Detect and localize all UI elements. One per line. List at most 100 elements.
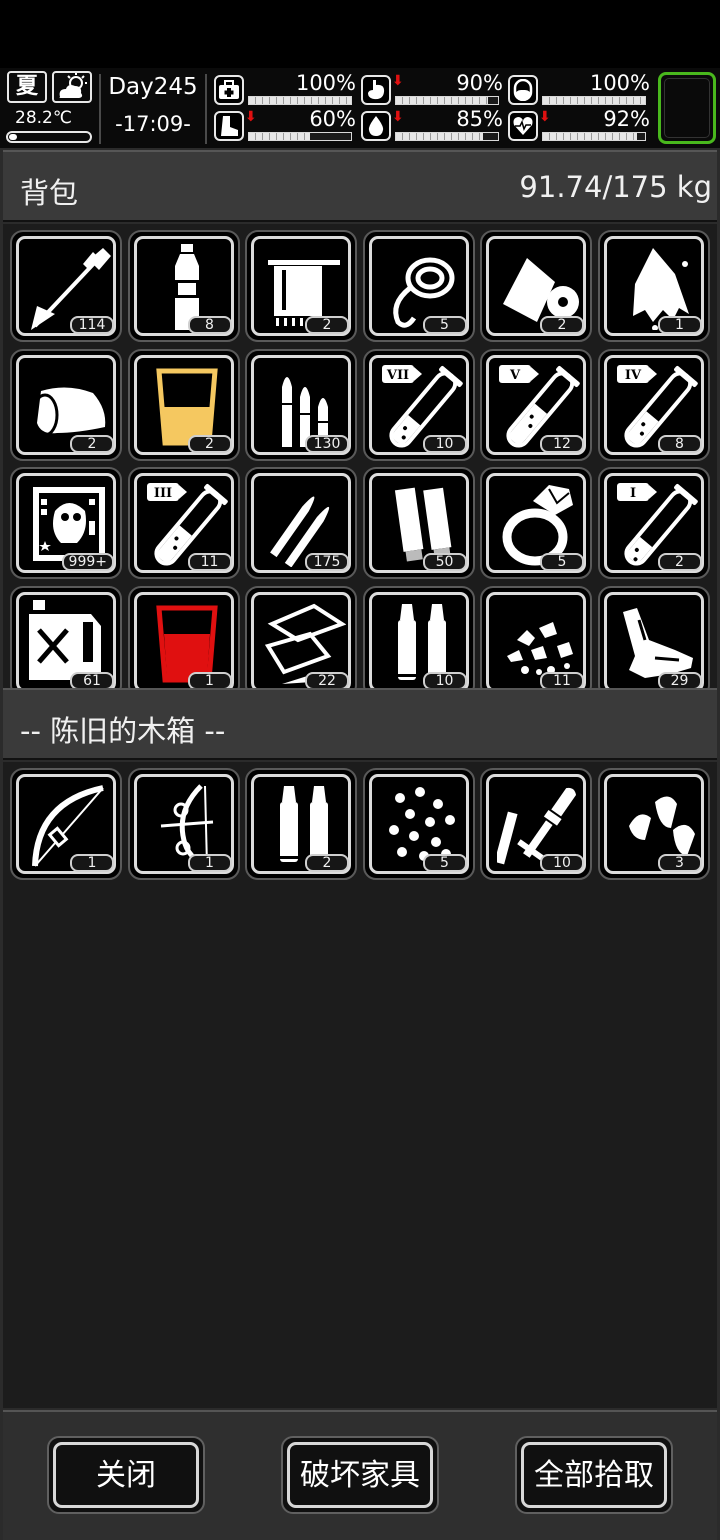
item-count: 5 xyxy=(422,854,467,872)
status-bar: 夏 28.2℃ Day245 -17:09- 100% ⬇ 90% 100% ⬇ 60% ⬇… xyxy=(0,68,720,148)
inventory-slot[interactable]: 1 xyxy=(127,768,240,880)
inventory-slot[interactable]: 1 xyxy=(127,585,240,688)
inventory-slot[interactable]: 1 xyxy=(597,230,710,342)
inventory-slot[interactable]: 10 xyxy=(480,768,592,880)
inventory-slot[interactable]: VII 10 xyxy=(362,348,475,461)
inventory-slot[interactable]: 5 xyxy=(362,768,475,880)
clock-time: -17:09- xyxy=(115,112,191,136)
inventory-slot[interactable]: 61 xyxy=(10,585,122,688)
thirst-stat: ⬇ 85% xyxy=(361,108,503,144)
decrease-arrow-icon: ⬇ xyxy=(392,73,404,89)
item-count: 2 xyxy=(305,316,349,334)
container-grid[interactable]: 1 1 2 5 10 3 xyxy=(3,762,717,1408)
mood-bar xyxy=(542,132,646,141)
item-count: 1 xyxy=(187,854,232,872)
temperature-text: 28.2℃ xyxy=(15,108,72,128)
svg-text:V: V xyxy=(509,368,521,383)
inventory-slot[interactable]: 22 xyxy=(245,585,357,688)
inventory-slot[interactable]: 114 xyxy=(10,230,122,342)
item-count: 2 xyxy=(70,434,114,453)
health-bar xyxy=(248,96,352,105)
item-count: 2 xyxy=(187,434,232,453)
inventory-slot[interactable]: III 11 xyxy=(127,467,240,579)
close-button[interactable]: 关闭 xyxy=(47,1436,205,1514)
mood-percent: 92% xyxy=(603,107,650,131)
inventory-slot[interactable]: 5 xyxy=(480,467,592,579)
decrease-arrow-icon: ⬇ xyxy=(539,109,551,125)
svg-text:IV: IV xyxy=(624,368,641,383)
item-count: 11 xyxy=(187,553,232,571)
item-count: 10 xyxy=(422,671,467,688)
inventory-slot[interactable]: 5 xyxy=(362,230,475,342)
item-count: 5 xyxy=(422,316,467,334)
inventory-slot[interactable]: 2 xyxy=(10,348,122,461)
day-counter: Day245 xyxy=(108,74,198,100)
item-count: 10 xyxy=(540,854,584,872)
inventory-slot[interactable]: 3 xyxy=(597,768,710,880)
svg-text:III: III xyxy=(153,486,171,501)
inventory-slot[interactable]: 1 xyxy=(10,768,122,880)
thirst-percent: 85% xyxy=(456,107,503,131)
svg-text:VII: VII xyxy=(385,368,408,383)
stamina-percent: 60% xyxy=(309,107,356,131)
item-count: 5 xyxy=(540,553,584,571)
partly-cloudy-icon xyxy=(52,71,92,103)
item-count: 114 xyxy=(70,316,114,334)
boot-icon xyxy=(214,111,244,141)
inventory-slot[interactable]: 999+ xyxy=(10,467,122,579)
medicine-percent: 100% xyxy=(589,71,650,95)
item-count: 1 xyxy=(70,854,114,872)
item-count: 2 xyxy=(657,553,702,571)
inventory-slot[interactable]: 2 xyxy=(245,230,357,342)
medicine-stat: 100% xyxy=(508,72,650,108)
inventory-slot[interactable]: 29 xyxy=(597,585,710,688)
inventory-slot[interactable]: 10 xyxy=(362,585,475,688)
pill-icon xyxy=(508,75,538,105)
item-count: 22 xyxy=(305,671,349,688)
medkit-icon xyxy=(214,75,244,105)
decrease-arrow-icon: ⬇ xyxy=(245,109,257,125)
destroy-furniture-button-label: 破坏家具 xyxy=(287,1442,433,1508)
decrease-arrow-icon: ⬇ xyxy=(392,109,404,125)
inventory-slot[interactable]: 130 xyxy=(245,348,357,461)
item-count: 11 xyxy=(540,671,584,688)
hunger-bar xyxy=(395,96,499,105)
inventory-slot[interactable]: I 2 xyxy=(597,467,710,579)
stamina-bar xyxy=(248,132,352,141)
item-count: 1 xyxy=(187,671,232,688)
inventory-slot[interactable]: 8 xyxy=(127,230,240,342)
item-count: 2 xyxy=(305,854,349,872)
divider xyxy=(99,74,101,144)
inventory-slot[interactable]: IV 8 xyxy=(597,348,710,461)
backpack-grid[interactable]: 114 8 2 5 2 1 2 2 130 VII 10 V 12 IV 8 999+ xyxy=(3,224,717,688)
item-count: 61 xyxy=(70,671,114,688)
inventory-slot[interactable]: 175 xyxy=(245,467,357,579)
season-badge: 夏 xyxy=(7,71,47,103)
backpack-header: 背包 91.74/175 kg xyxy=(3,150,717,222)
inventory-slot[interactable]: 50 xyxy=(362,467,475,579)
water-drop-icon xyxy=(361,111,391,141)
svg-text:I: I xyxy=(629,486,635,501)
inventory-slot[interactable]: 2 xyxy=(127,348,240,461)
equipped-slot-button[interactable] xyxy=(658,72,716,144)
item-count: 130 xyxy=(305,434,349,453)
inventory-slot[interactable]: 11 xyxy=(480,585,592,688)
hunger-stat: ⬇ 90% xyxy=(361,72,503,108)
item-count: 8 xyxy=(657,434,702,453)
hunger-percent: 90% xyxy=(456,71,503,95)
inventory-slot[interactable]: 2 xyxy=(245,768,357,880)
divider xyxy=(205,74,207,144)
stomach-icon xyxy=(361,75,391,105)
inventory-slot[interactable]: V 12 xyxy=(480,348,592,461)
item-count: 8 xyxy=(187,316,232,334)
thirst-bar xyxy=(395,132,499,141)
take-all-button[interactable]: 全部拾取 xyxy=(515,1436,673,1514)
item-count: 2 xyxy=(540,316,584,334)
item-count: 10 xyxy=(422,434,467,453)
destroy-furniture-button[interactable]: 破坏家具 xyxy=(281,1436,439,1514)
mood-stat: ⬇ 92% xyxy=(508,108,650,144)
item-count: 175 xyxy=(305,553,349,571)
inventory-slot[interactable]: 2 xyxy=(480,230,592,342)
backpack-weight: 91.74/175 kg xyxy=(519,170,712,204)
item-count: 12 xyxy=(540,434,584,453)
